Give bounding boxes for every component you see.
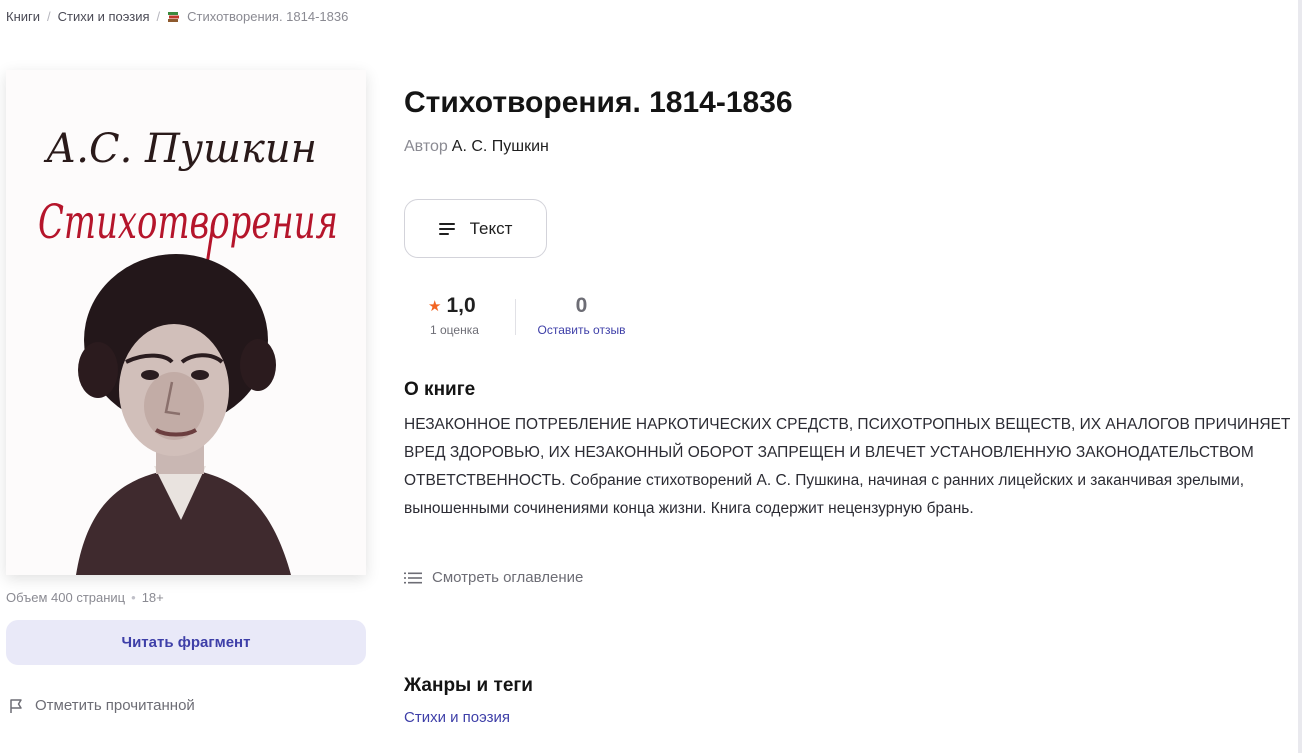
rating-block: ★ 1,0 1 оценка [428,294,479,337]
breadcrumb: Книги / Стихи и поэзия / Стихотворения. … [6,9,348,24]
rating-value-row: ★ 1,0 [428,294,479,318]
cover-illustration: А.С. Пушкин Стихотворения [6,70,366,575]
cover-title-script: Стихотворения [38,195,338,250]
rating-divider [515,299,516,335]
star-icon: ★ [428,298,442,315]
book-stack-icon [168,12,180,22]
book-meta: Объем 400 страниц • 18+ [6,590,164,605]
breadcrumb-current: Стихотворения. 1814-1836 [167,9,348,24]
book-cover[interactable]: А.С. Пушкин Стихотворения [6,70,366,575]
breadcrumb-item-poetry[interactable]: Стихи и поэзия [58,9,150,24]
author-line: Автор А. С. Пушкин [404,138,549,156]
meta-separator: • [131,590,136,605]
reviews-block: 0 Оставить отзыв [524,294,639,337]
cover-author-script: А.С. Пушкин [43,126,317,172]
table-of-contents-link[interactable]: Смотреть оглавление [404,569,583,586]
breadcrumb-item-books[interactable]: Книги [6,9,40,24]
format-text-button[interactable]: Текст [404,199,547,258]
author-link[interactable]: А. С. Пушкин [452,138,549,155]
author-prefix: Автор [404,138,448,155]
genres-heading: Жанры и теги [404,675,533,696]
format-label: Текст [469,218,513,238]
breadcrumb-current-label: Стихотворения. 1814-1836 [187,9,349,24]
genre-tag-poetry[interactable]: Стихи и поэзия [404,709,510,726]
breadcrumb-separator: / [156,9,161,24]
about-text: НЕЗАКОННОЕ ПОТРЕБЛЕНИЕ НАРКОТИЧЕСКИХ СРЕ… [404,416,1291,517]
rating-value: 1,0 [446,294,476,317]
rating-count: 1 оценка [430,323,479,337]
age-rating: 18+ [141,590,164,605]
mark-read-label: Отметить прочитанной [35,697,195,714]
reviews-count: 0 [575,294,588,317]
leave-review-link[interactable]: Оставить отзыв [524,323,639,337]
flag-icon [10,698,22,713]
text-lines-icon [438,222,455,235]
page-edge [1298,0,1302,753]
book-title: Стихотворения. 1814-1836 [404,86,793,119]
toc-label: Смотреть оглавление [432,569,584,586]
read-fragment-button[interactable]: Читать фрагмент [6,620,366,665]
mark-read-button[interactable]: Отметить прочитанной [8,697,195,714]
about-heading: О книге [404,379,476,400]
breadcrumb-separator: / [47,9,51,24]
page-count: Объем 400 страниц [6,590,126,605]
list-icon [404,572,422,583]
